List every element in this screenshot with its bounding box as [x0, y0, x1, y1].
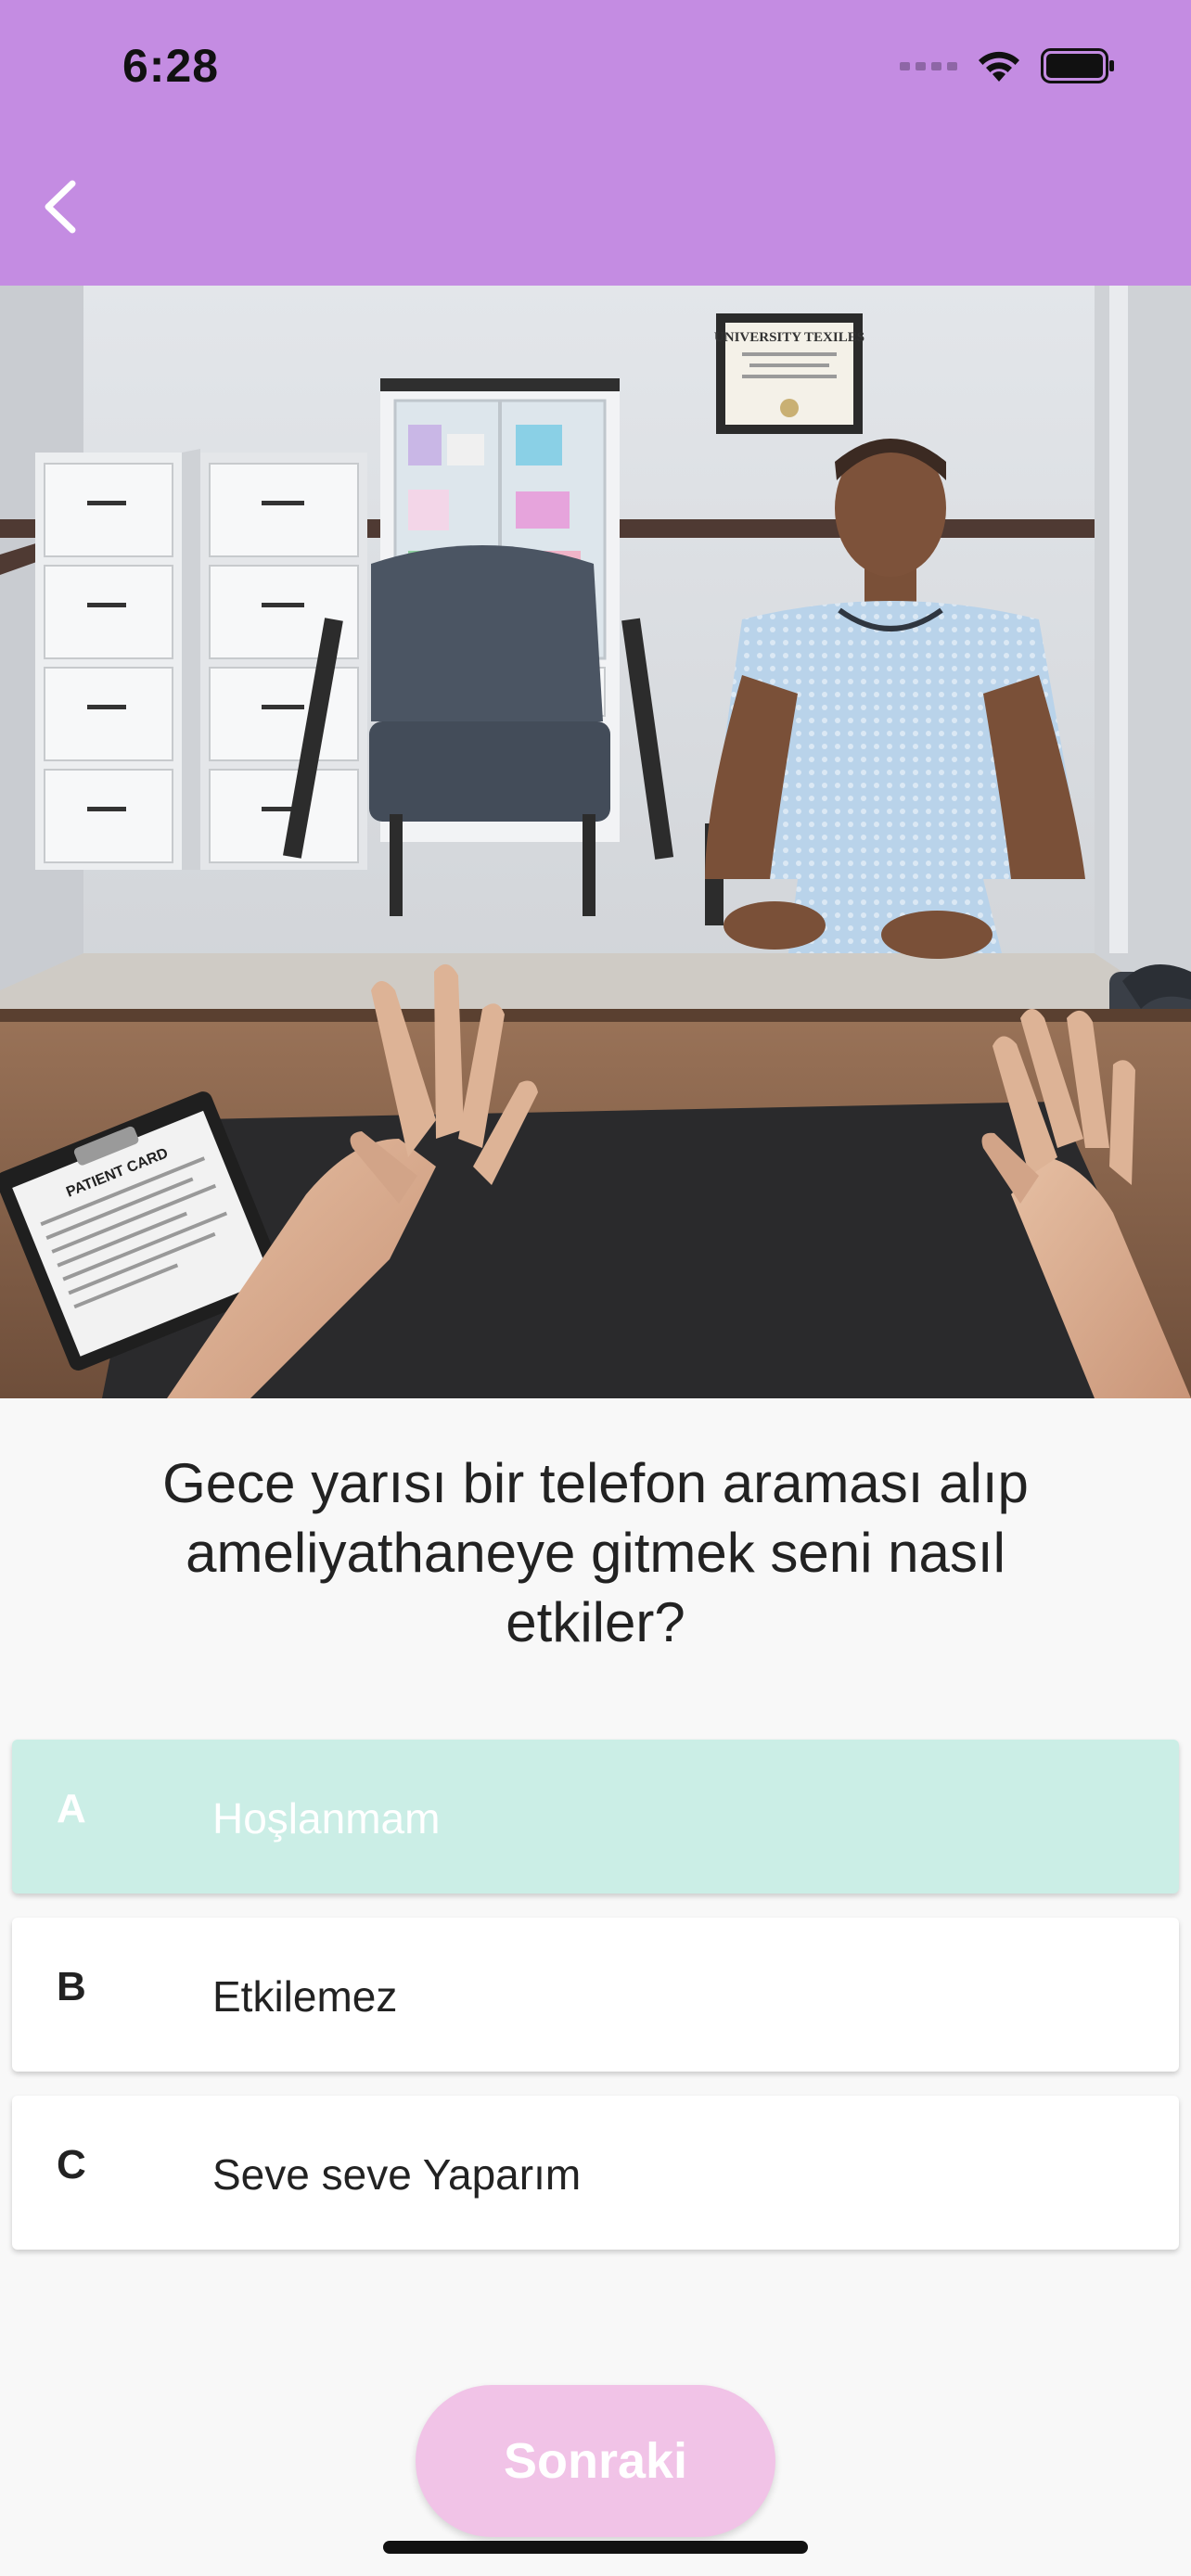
wifi-icon	[976, 48, 1022, 88]
option-label: Hoşlanmam	[212, 1794, 441, 1843]
home-indicator[interactable]	[383, 2541, 808, 2554]
option-b[interactable]: B Etkilemez	[12, 1918, 1179, 2072]
option-label: Seve seve Yaparım	[212, 2150, 582, 2199]
chevron-left-icon	[39, 178, 82, 240]
certificate-title: UNIVERSITY TEXILES	[714, 330, 864, 345]
option-letter: A	[57, 1786, 86, 1831]
status-time: 6:28	[122, 40, 220, 92]
status-icons	[900, 45, 1115, 91]
cellular-signal-icon	[900, 59, 957, 77]
battery-icon	[1041, 47, 1115, 88]
doctor-office-scene-image: UNIVERSITY TEXILES PATIENT CARD	[0, 286, 1191, 1398]
option-label: Etkilemez	[212, 1972, 398, 2021]
option-letter: B	[57, 1964, 86, 2009]
app-header: 6:28	[0, 0, 1191, 286]
next-button[interactable]: Sonraki	[416, 2385, 775, 2537]
question-text: Gece yarısı bir telefon araması alıp ame…	[162, 1452, 1029, 1653]
option-c[interactable]: C Seve seve Yaparım	[12, 2096, 1179, 2250]
back-button[interactable]	[28, 167, 93, 250]
quiz-screen: 6:28 UNIVERSITY TEXILES PATIENT CARD Gec…	[0, 0, 1191, 2576]
option-letter: C	[57, 2142, 86, 2187]
option-a[interactable]: A Hoşlanmam	[12, 1740, 1179, 1894]
